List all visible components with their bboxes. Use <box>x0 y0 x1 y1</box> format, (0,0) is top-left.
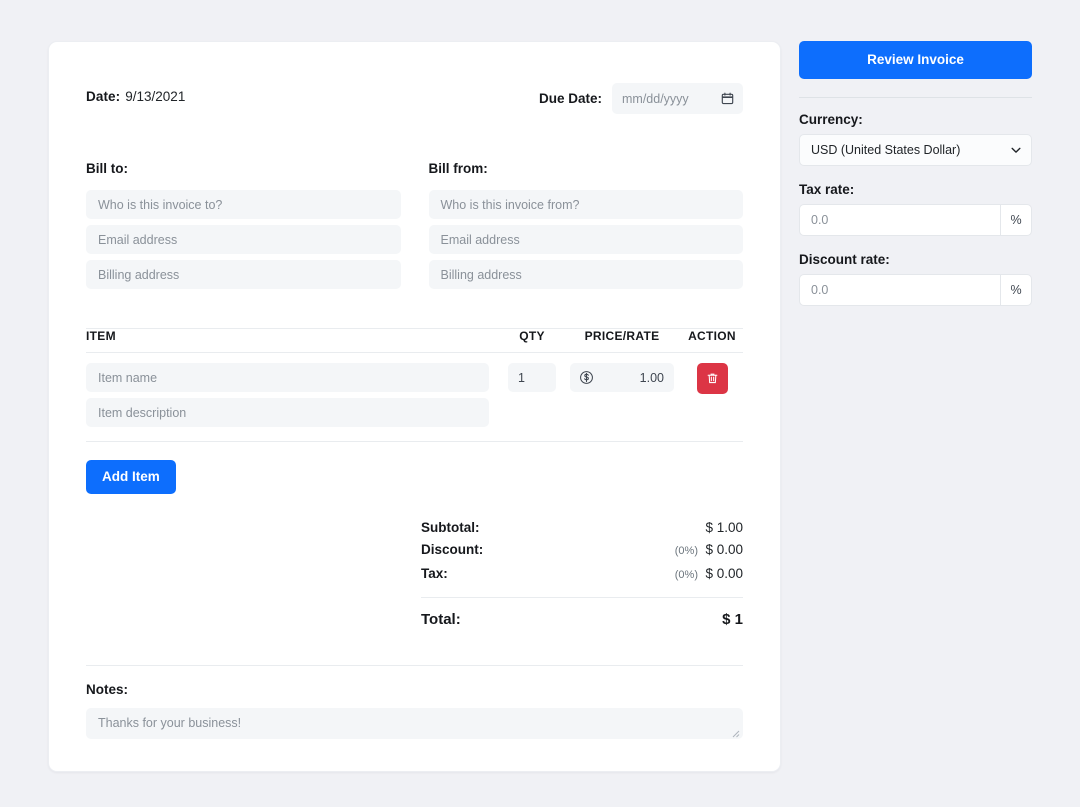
subtotal-label: Subtotal: <box>421 520 480 535</box>
column-header-action: ACTION <box>681 329 743 343</box>
notes-section: Notes: Thanks for your business! <box>86 665 743 739</box>
add-item-button[interactable]: Add Item <box>86 460 176 494</box>
bill-from-name-input[interactable]: Who is this invoice from? <box>429 190 744 219</box>
items-table-header: ITEM QTY PRICE/RATE ACTION <box>86 329 743 352</box>
discount-rate-percent-addon: % <box>1000 274 1032 306</box>
discount-amount: (0%) $ 0.00 <box>675 541 743 559</box>
calendar-icon[interactable] <box>721 92 734 105</box>
tax-amount: (0%) $ 0.00 <box>675 565 743 583</box>
tax-label: Tax: <box>421 566 448 581</box>
totals-divider <box>421 597 743 598</box>
discount-percent: (0%) <box>675 545 698 557</box>
bill-to-column: Bill to: Who is this invoice to? Email a… <box>86 161 401 289</box>
notes-divider <box>86 665 743 666</box>
total-label: Total: <box>421 611 461 628</box>
notes-heading: Notes: <box>86 682 743 697</box>
tax-rate-group: 0.0 % <box>799 204 1032 236</box>
item-name-input[interactable]: Item name <box>86 363 489 392</box>
item-description-input[interactable]: Item description <box>86 398 489 427</box>
invoice-card: Date: 9/13/2021 Due Date: mm/dd/yyyy <box>48 41 781 772</box>
tax-rate-block: Tax rate: 0.0 % <box>799 182 1032 236</box>
discount-rate-label: Discount rate: <box>799 252 1032 267</box>
tax-row: Tax: (0%) $ 0.00 <box>421 562 743 586</box>
date-label: Date: <box>86 89 120 104</box>
totals-section: Subtotal: $ 1.00 Discount: (0%) $ 0.00 T… <box>86 517 743 631</box>
tax-rate-input[interactable]: 0.0 <box>799 204 1000 236</box>
bill-from-heading: Bill from: <box>429 161 744 176</box>
tax-percent: (0%) <box>675 569 698 581</box>
bill-from-column: Bill from: Who is this invoice from? Ema… <box>429 161 744 289</box>
subtotal-row: Subtotal: $ 1.00 <box>421 517 743 538</box>
due-date-group: Due Date: mm/dd/yyyy <box>539 79 743 114</box>
due-date-input[interactable]: mm/dd/yyyy <box>612 83 743 114</box>
delete-item-button[interactable] <box>697 363 728 394</box>
bill-to-email-input[interactable]: Email address <box>86 225 401 254</box>
currency-selected-value: USD (United States Dollar) <box>811 143 960 157</box>
billing-section: Bill to: Who is this invoice to? Email a… <box>86 161 743 289</box>
items-table: ITEM QTY PRICE/RATE ACTION Item name Ite… <box>86 328 743 494</box>
item-qty-cell: 1 <box>501 363 563 392</box>
discount-rate-input[interactable]: 0.0 <box>799 274 1000 306</box>
invoice-date: Date: 9/13/2021 <box>86 79 185 104</box>
currency-select[interactable]: USD (United States Dollar) <box>799 134 1032 166</box>
item-action-cell <box>681 363 743 394</box>
add-item-row: Add Item <box>86 442 743 494</box>
notes-textarea[interactable]: Thanks for your business! <box>86 708 743 739</box>
total-value: $ 1 <box>722 611 743 628</box>
tax-rate-percent-addon: % <box>1000 204 1032 236</box>
total-row: Total: $ 1 <box>421 608 743 631</box>
invoice-header: Date: 9/13/2021 Due Date: mm/dd/yyyy <box>86 79 743 114</box>
bill-to-address-input[interactable]: Billing address <box>86 260 401 289</box>
panel-divider <box>799 97 1032 98</box>
bill-from-address-input[interactable]: Billing address <box>429 260 744 289</box>
invoice-generator-page: Date: 9/13/2021 Due Date: mm/dd/yyyy <box>0 0 1080 807</box>
due-date-label: Due Date: <box>539 91 602 106</box>
item-qty-input[interactable]: 1 <box>508 363 556 392</box>
subtotal-value: $ 1.00 <box>705 520 743 535</box>
totals-inner: Subtotal: $ 1.00 Discount: (0%) $ 0.00 T… <box>421 517 743 631</box>
resize-handle-icon[interactable] <box>730 727 740 737</box>
table-row: Item name Item description 1 <box>86 353 743 427</box>
chevron-down-icon <box>1010 144 1022 156</box>
column-header-item: ITEM <box>86 329 501 343</box>
item-price-group: 1.00 <box>570 363 674 392</box>
bill-from-email-input[interactable]: Email address <box>429 225 744 254</box>
tax-rate-label: Tax rate: <box>799 182 1032 197</box>
column-header-qty: QTY <box>501 329 563 343</box>
item-fields: Item name Item description <box>86 363 501 427</box>
bill-to-heading: Bill to: <box>86 161 401 176</box>
currency-circle-dollar-icon <box>570 363 601 392</box>
bill-to-name-input[interactable]: Who is this invoice to? <box>86 190 401 219</box>
date-value: 9/13/2021 <box>125 89 185 104</box>
discount-label: Discount: <box>421 542 483 557</box>
tax-value: $ 0.00 <box>705 566 743 581</box>
currency-label: Currency: <box>799 112 1032 127</box>
item-price-cell: 1.00 <box>563 363 681 392</box>
discount-row: Discount: (0%) $ 0.00 <box>421 538 743 562</box>
discount-rate-group: 0.0 % <box>799 274 1032 306</box>
review-invoice-button[interactable]: Review Invoice <box>799 41 1032 79</box>
item-price-input[interactable]: 1.00 <box>601 363 674 392</box>
discount-value: $ 0.00 <box>705 542 743 557</box>
settings-panel: Review Invoice Currency: USD (United Sta… <box>799 41 1032 306</box>
column-header-price: PRICE/RATE <box>563 329 681 343</box>
due-date-placeholder: mm/dd/yyyy <box>622 92 689 106</box>
notes-placeholder: Thanks for your business! <box>98 716 241 730</box>
discount-rate-block: Discount rate: 0.0 % <box>799 252 1032 306</box>
